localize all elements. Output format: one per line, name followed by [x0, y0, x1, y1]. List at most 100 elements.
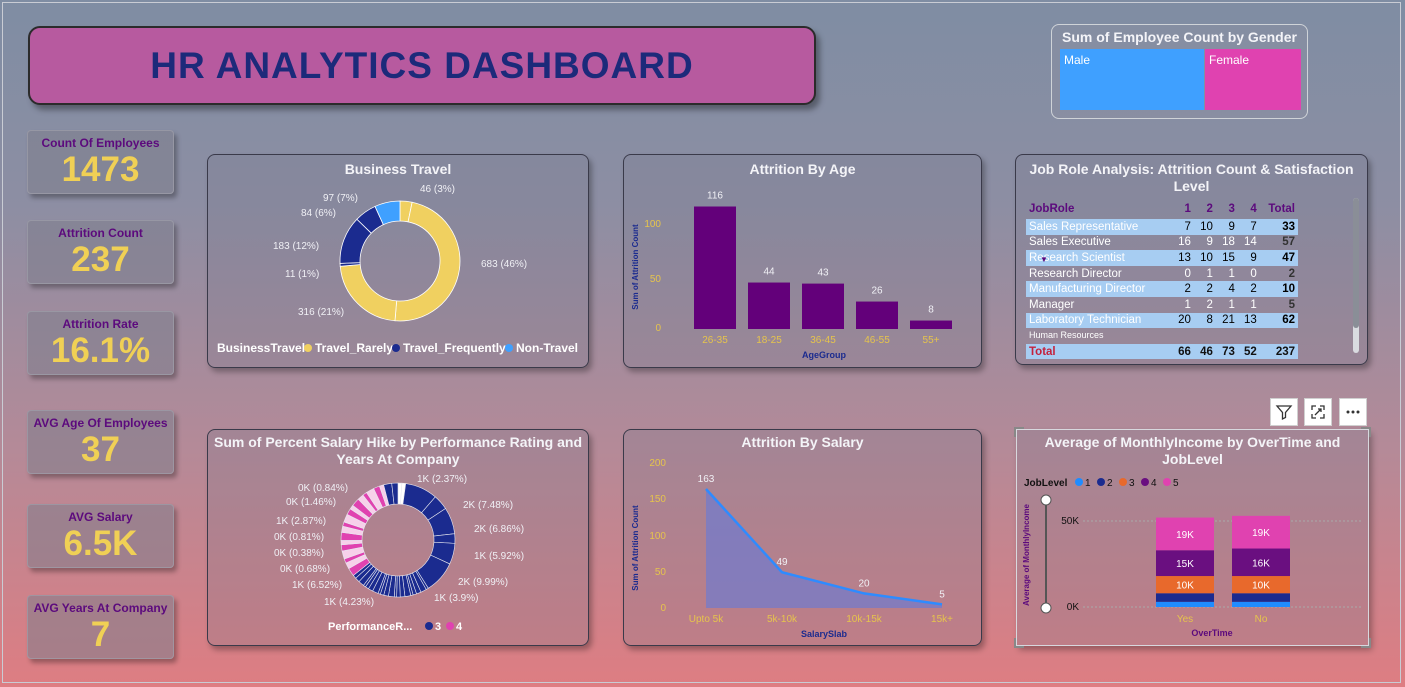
age-bar — [802, 283, 844, 329]
sh-label: 2K (9.99%) — [458, 577, 508, 588]
sh-label: 1K (2.87%) — [276, 516, 326, 527]
kpi-attrition-count[interactable]: Attrition Count 237 — [27, 220, 174, 284]
kpi-count-of-employees[interactable]: Count Of Employees 1473 — [27, 130, 174, 194]
job-role-title-line2: Level — [1173, 178, 1210, 194]
kpi-value: 7 — [90, 615, 111, 654]
table-row[interactable]: Manufacturing Director 2 2 4 2 10 — [1026, 281, 1298, 297]
monthly-income-card[interactable]: Average of MonthlyIncome by OverTime and… — [1014, 427, 1371, 648]
bt-legend-dot — [505, 344, 513, 352]
sh-legend-dot — [446, 622, 454, 630]
kpi-avg-years[interactable]: AVG Years At Company 7 — [27, 595, 174, 659]
col-header[interactable]: 4 — [1238, 199, 1260, 219]
gender-female-tile[interactable]: Female — [1205, 49, 1301, 110]
scrollbar-thumb[interactable] — [1353, 198, 1359, 328]
salary-hike-chart: 0K (0.84%) 0K (1.46%) 1K (2.87%) 0K (0.81%)… — [274, 474, 524, 633]
cell: 62 — [1259, 312, 1298, 329]
sh-label: 0K (1.46%) — [286, 497, 336, 508]
sh-label: 1K (6.52%) — [292, 580, 342, 591]
female-label: Female — [1209, 53, 1250, 67]
y-range-slider-handle-bottom — [1040, 602, 1052, 614]
business-travel-card[interactable]: Business Travel 46 (3%) 683 (46%) 316 (2… — [207, 154, 589, 368]
mi-xlabel: OverTime — [1191, 628, 1232, 638]
bt-label: 84 (6%) — [301, 208, 336, 219]
col-header-jobrole[interactable]: JobRole ▼ — [1026, 199, 1172, 264]
age-bar — [748, 282, 790, 329]
mi-ylabel: Average of MonthlyIncome — [1022, 503, 1031, 605]
monthly-income-title-line1: Average of MonthlyIncome by OverTime and — [1044, 434, 1341, 450]
mi-legend-dot — [1097, 478, 1105, 486]
cell: 2 — [1237, 281, 1260, 297]
y-tick: 50 — [655, 567, 667, 578]
kpi-value: 16.1% — [50, 331, 151, 370]
mi-bar-segment — [1232, 593, 1290, 602]
sal-category: 10k-15k — [846, 614, 883, 625]
salary-hike-title-line1: Sum of Percent Salary Hike by Performanc… — [213, 434, 582, 450]
cell: 0 — [1184, 267, 1191, 280]
mi-segment-label: 19K — [1252, 528, 1270, 539]
age-bar — [910, 320, 952, 329]
col-header[interactable]: 3 — [1216, 199, 1238, 219]
cell: 9 — [1206, 236, 1213, 249]
cell: 46 — [1193, 343, 1216, 360]
gender-card[interactable]: Sum of Employee Count by Gender Male Fem… — [1051, 24, 1308, 119]
more-options-icon[interactable] — [1339, 398, 1367, 426]
bt-label: 46 (3%) — [420, 184, 455, 195]
col-header[interactable]: 1 — [1172, 199, 1194, 219]
table-row-clipped[interactable]: Human Resources — [1026, 328, 1298, 344]
y-range-slider-handle-top — [1040, 494, 1052, 506]
sh-label: 1K (3.9%) — [434, 593, 478, 604]
table-row[interactable]: Research Scientist 13 10 15 9 47 — [1026, 250, 1298, 266]
salary-hike-card[interactable]: Sum of Percent Salary Hike by Performanc… — [207, 429, 589, 646]
y-tick: 50K — [1061, 516, 1079, 527]
sh-label: 0K (0.38%) — [274, 548, 324, 559]
cell: Research Director — [1029, 267, 1122, 280]
col-header[interactable]: Total — [1260, 199, 1298, 219]
mi-legend-item: 4 — [1151, 478, 1157, 489]
resize-handle[interactable] — [1361, 638, 1371, 648]
resize-handle[interactable] — [1361, 427, 1371, 437]
table-row[interactable]: Research Director 0 1 1 0 2 — [1026, 266, 1298, 282]
table-row[interactable]: Sales Representative 7 10 9 7 33 — [1026, 219, 1298, 235]
attrition-salary-chart: 163 Upto 5k 49 5k-10k 20 10k-15k 5 15k+ 0 50 10… — [631, 458, 953, 639]
filter-icon[interactable] — [1270, 398, 1298, 426]
sh-label: 0K (0.68%) — [280, 564, 330, 575]
kpi-avg-age[interactable]: AVG Age Of Employees 37 — [27, 410, 174, 474]
job-role-card[interactable]: Job Role Analysis: Attrition Count & Sat… — [1015, 154, 1368, 365]
kpi-label: Attrition Rate — [62, 317, 139, 331]
mi-bar-segment — [1156, 593, 1214, 602]
mi-segment-label: 10K — [1176, 581, 1194, 592]
job-role-title-line1: Job Role Analysis: Attrition Count & Sat… — [1029, 161, 1354, 177]
bt-legend-dot — [392, 344, 400, 352]
kpi-attrition-rate[interactable]: Attrition Rate 16.1% — [27, 311, 174, 375]
sh-label: 2K (7.48%) — [463, 500, 513, 511]
kpi-avg-salary[interactable]: AVG Salary 6.5K — [27, 504, 174, 568]
attrition-salary-card[interactable]: Attrition By Salary 163 Upto 5k 49 5k-10k 20… — [623, 429, 982, 646]
salary-hike-title: Sum of Percent Salary Hike by Performanc… — [208, 434, 588, 468]
table-row[interactable]: Sales Executive 16 9 18 14 57 — [1026, 235, 1298, 251]
sh-label: 1K (4.23%) — [324, 597, 374, 608]
resize-handle[interactable] — [1014, 427, 1024, 437]
sh-legend-item: 3 — [435, 621, 441, 633]
gender-male-tile[interactable]: Male — [1060, 49, 1204, 110]
cell: 13 — [1172, 250, 1194, 266]
cell: 1 — [1250, 298, 1257, 311]
table-scrollbar[interactable] — [1353, 198, 1359, 353]
col-header[interactable]: 2 — [1194, 199, 1216, 219]
bt-legend-item: Travel_Frequently — [403, 341, 506, 355]
mi-legend-dot — [1075, 478, 1083, 486]
attrition-age-card[interactable]: Attrition By Age 116 26-35 44 18-25 43 36-45 2… — [623, 154, 982, 368]
y-tick: 100 — [644, 219, 661, 230]
mi-legend-item: 3 — [1129, 478, 1135, 489]
attrition-age-chart: 116 26-35 44 18-25 43 36-45 26 46-55 8 55+ 0 50 1… — [631, 191, 952, 360]
table-row[interactable]: Laboratory Technician 20 8 21 13 62 — [1026, 312, 1298, 329]
mi-legend-dot — [1141, 478, 1149, 486]
focus-mode-icon[interactable] — [1304, 398, 1332, 426]
table-row[interactable]: Manager 1 2 1 1 5 — [1026, 297, 1298, 313]
monthly-income-title-line2: JobLevel — [1162, 451, 1223, 467]
kpi-label: AVG Salary — [68, 510, 133, 524]
age-xlabel: AgeGroup — [802, 350, 847, 360]
y-tick: 100 — [649, 531, 666, 542]
sal-point-label: 163 — [698, 474, 715, 485]
resize-handle[interactable] — [1014, 638, 1024, 648]
cell: 21 — [1215, 312, 1238, 329]
